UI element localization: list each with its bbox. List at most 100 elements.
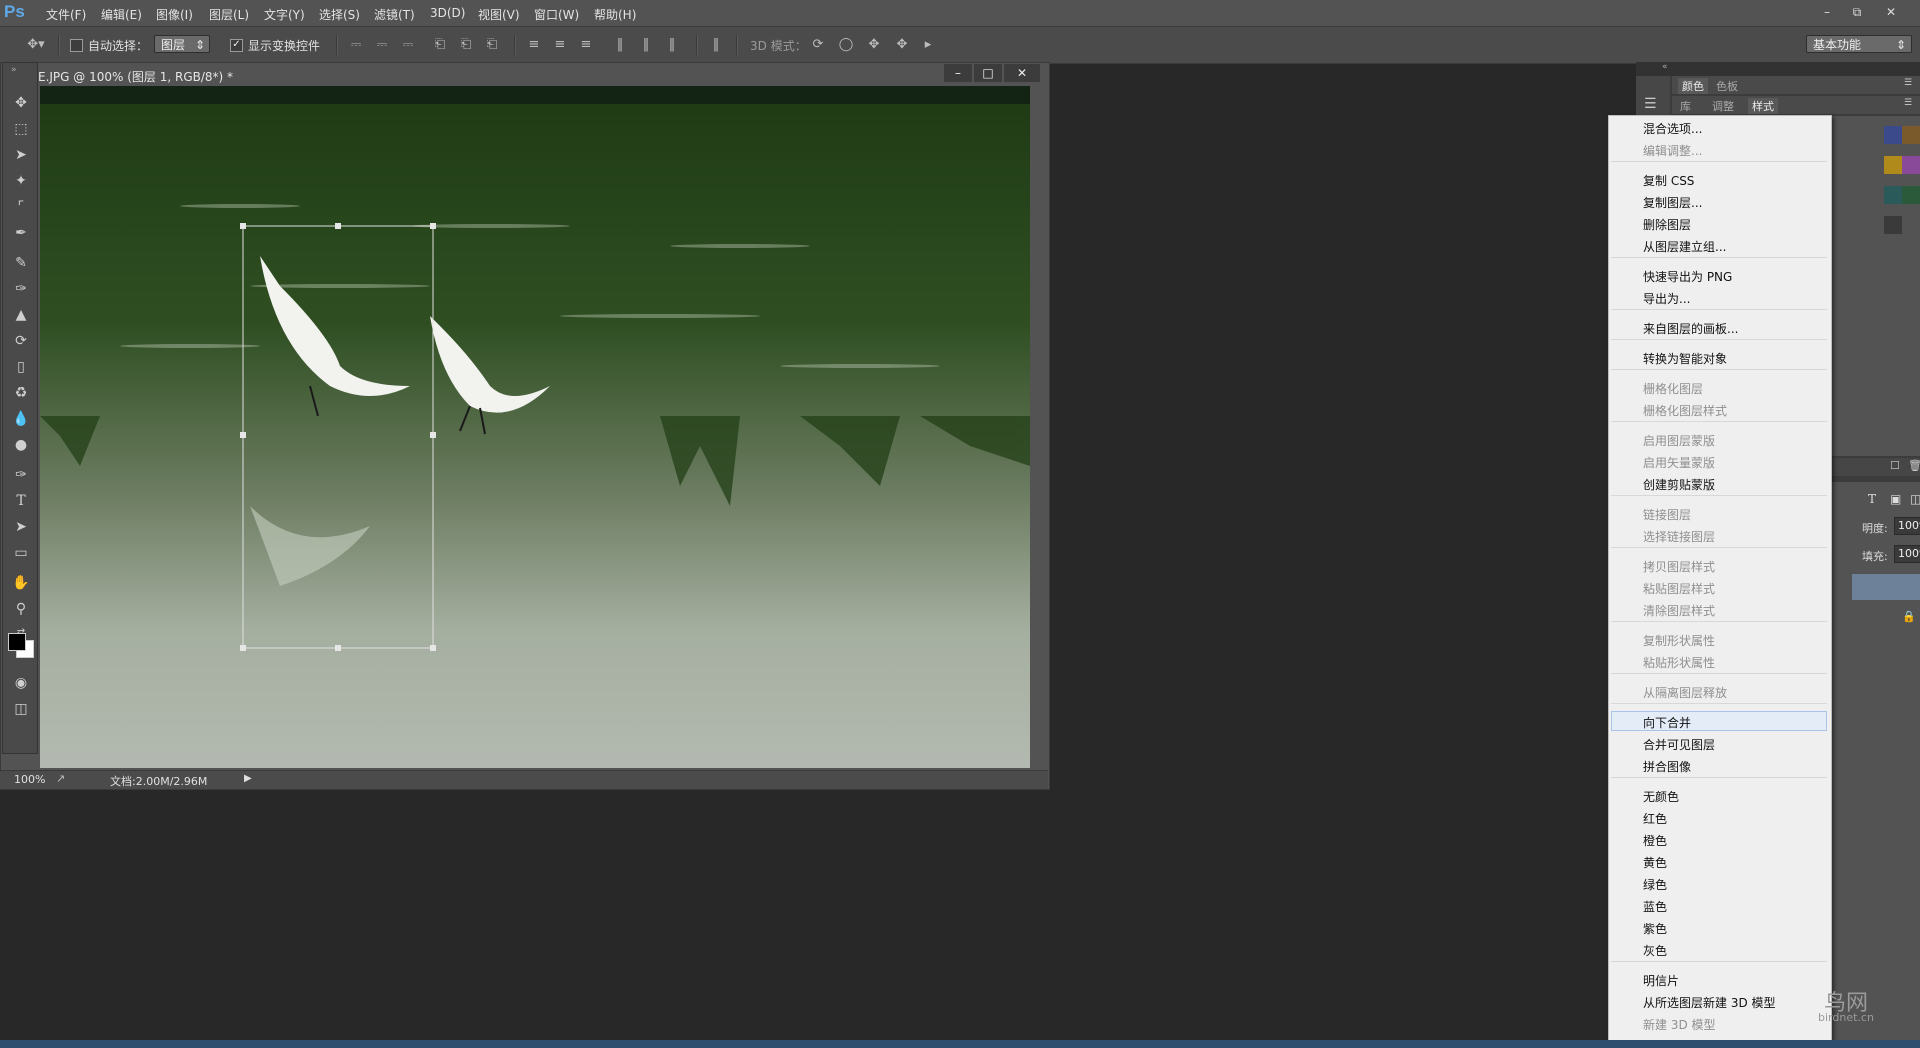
doc-minimize-icon[interactable]: – bbox=[944, 64, 972, 82]
3d-roll-icon[interactable]: ◯ bbox=[838, 37, 854, 53]
context-menu-item[interactable]: 导出为... bbox=[1643, 290, 1690, 307]
brush-tool-icon[interactable]: ✑ bbox=[10, 279, 32, 299]
auto-select-checkbox[interactable] bbox=[70, 39, 83, 52]
type-tool-icon[interactable]: T bbox=[10, 491, 32, 511]
context-menu-item[interactable]: 橙色 bbox=[1643, 832, 1667, 849]
collapse-toolbar-icon[interactable]: » bbox=[11, 65, 17, 75]
blur-tool-icon[interactable]: 💧 bbox=[10, 409, 32, 429]
tab-color[interactable]: 颜色 bbox=[1678, 78, 1708, 94]
healing-brush-icon[interactable]: ✎ bbox=[10, 253, 32, 273]
close-icon[interactable]: ✕ bbox=[1880, 3, 1902, 21]
smart-object-filter-icon[interactable]: ◫ bbox=[1910, 492, 1920, 506]
align-top-icon[interactable]: ⎓ bbox=[348, 37, 364, 53]
dodge-tool-icon[interactable]: ● bbox=[10, 435, 32, 455]
doc-restore-icon[interactable]: □ bbox=[974, 64, 1002, 82]
panel-menu-icon[interactable]: ☰ bbox=[1904, 98, 1912, 108]
shape-tool-icon[interactable]: ▭ bbox=[10, 543, 32, 563]
style-swatch[interactable] bbox=[1902, 156, 1920, 174]
context-menu-item[interactable]: 删除图层 bbox=[1643, 216, 1691, 233]
menu-view[interactable]: 视图(V) bbox=[478, 6, 520, 23]
minimize-icon[interactable]: – bbox=[1816, 3, 1838, 21]
pen-tool-icon[interactable]: ✑ bbox=[10, 465, 32, 485]
menu-help[interactable]: 帮助(H) bbox=[594, 6, 636, 23]
context-menu-item[interactable]: 复制 CSS bbox=[1643, 172, 1694, 189]
style-swatch[interactable] bbox=[1884, 216, 1902, 234]
menu-window[interactable]: 窗口(W) bbox=[534, 6, 579, 23]
tab-swatches[interactable]: 色板 bbox=[1716, 78, 1738, 94]
menu-file[interactable]: 文件(F) bbox=[46, 6, 86, 23]
style-swatch[interactable] bbox=[1902, 186, 1920, 204]
style-swatch[interactable] bbox=[1884, 126, 1902, 144]
clone-stamp-icon[interactable]: ▲ bbox=[10, 305, 32, 325]
eyedropper-icon[interactable]: ✒ bbox=[10, 223, 32, 243]
screen-mode-icon[interactable]: ◫ bbox=[10, 699, 32, 719]
document-tab[interactable]: E.JPG @ 100% (图层 1, RGB/8*) * – □ ✕ bbox=[0, 64, 1048, 84]
menu-filter[interactable]: 滤镜(T) bbox=[374, 6, 415, 23]
style-swatch[interactable] bbox=[1884, 186, 1902, 204]
menu-3d[interactable]: 3D(D) bbox=[430, 6, 465, 20]
context-menu-item[interactable]: 从所选图层新建 3D 模型 bbox=[1643, 994, 1776, 1011]
distribute-hcenter-icon[interactable]: ‖ bbox=[638, 37, 654, 53]
canvas-image[interactable] bbox=[40, 86, 1030, 768]
menu-type[interactable]: 文字(Y) bbox=[264, 6, 305, 23]
tab-libraries[interactable]: 库 bbox=[1680, 98, 1691, 114]
status-menu-arrow-icon[interactable]: ▶ bbox=[244, 773, 252, 784]
context-menu-item[interactable]: 无颜色 bbox=[1643, 788, 1679, 805]
history-brush-icon[interactable]: ⟳ bbox=[10, 331, 32, 351]
3d-orbit-icon[interactable]: ⟳ bbox=[810, 37, 826, 53]
align-vcenter-icon[interactable]: ⎓ bbox=[374, 37, 390, 53]
menu-layer[interactable]: 图层(L) bbox=[209, 6, 249, 23]
new-style-icon[interactable]: ☐ bbox=[1890, 459, 1900, 472]
context-menu-item[interactable]: 拼合图像 bbox=[1643, 758, 1691, 775]
3d-slide-icon[interactable]: ✥ bbox=[894, 37, 910, 53]
doc-close-icon[interactable]: ✕ bbox=[1004, 64, 1040, 82]
fill-field[interactable]: 100% bbox=[1894, 545, 1920, 563]
context-menu-item[interactable]: 向下合并 bbox=[1643, 714, 1691, 731]
type-layer-filter-icon[interactable]: T bbox=[1868, 492, 1876, 506]
share-icon[interactable]: ↗ bbox=[56, 772, 65, 785]
move-tool-preset-icon[interactable]: ✥▾ bbox=[22, 37, 50, 53]
tab-styles[interactable]: 样式 bbox=[1748, 98, 1778, 114]
align-right-icon[interactable]: ⎗ bbox=[484, 37, 500, 53]
auto-align-icon[interactable]: ‖ bbox=[708, 37, 724, 53]
3d-pan-icon[interactable]: ✥ bbox=[866, 37, 882, 53]
workspace-dropdown[interactable]: 基本功能 ⇕ bbox=[1806, 35, 1912, 53]
zoom-tool-icon[interactable]: ⚲ bbox=[10, 599, 32, 619]
auto-select-dropdown[interactable]: 图层 ⇕ bbox=[154, 35, 210, 53]
crop-tool-icon[interactable]: ⌜ bbox=[10, 197, 32, 217]
distribute-right-icon[interactable]: ‖ bbox=[664, 37, 680, 53]
align-bottom-icon[interactable]: ⎓ bbox=[400, 37, 416, 53]
context-menu-item[interactable]: 创建剪贴蒙版 bbox=[1643, 476, 1715, 493]
context-menu-item[interactable]: 合并可见图层 bbox=[1643, 736, 1715, 753]
panel-menu-icon[interactable]: ☰ bbox=[1904, 78, 1912, 88]
collapse-dock-icon[interactable]: « bbox=[1662, 62, 1668, 72]
distribute-top-icon[interactable]: ≡ bbox=[526, 37, 542, 53]
context-menu-item[interactable]: 绿色 bbox=[1643, 876, 1667, 893]
menu-select[interactable]: 选择(S) bbox=[319, 6, 360, 23]
menu-image[interactable]: 图像(I) bbox=[156, 6, 193, 23]
delete-style-icon[interactable]: 🗑 bbox=[1908, 459, 1920, 472]
zoom-level[interactable]: 100% bbox=[14, 773, 45, 786]
menu-edit[interactable]: 编辑(E) bbox=[101, 6, 142, 23]
context-menu-item[interactable]: 红色 bbox=[1643, 810, 1667, 827]
show-transform-checkbox[interactable]: ✓ bbox=[230, 39, 243, 52]
eraser-icon[interactable]: ▯ bbox=[10, 357, 32, 377]
shape-layer-filter-icon[interactable]: ▣ bbox=[1890, 492, 1901, 506]
context-menu-item[interactable]: 复制图层... bbox=[1643, 194, 1702, 211]
context-menu-item[interactable]: 紫色 bbox=[1643, 920, 1667, 937]
history-panel-icon[interactable]: ☰ bbox=[1644, 96, 1657, 112]
context-menu-item[interactable]: 蓝色 bbox=[1643, 898, 1667, 915]
context-menu-item[interactable]: 混合选项... bbox=[1643, 120, 1702, 137]
context-menu-item[interactable]: 黄色 bbox=[1643, 854, 1667, 871]
context-menu-item[interactable]: 转换为智能对象 bbox=[1643, 350, 1727, 367]
style-swatch[interactable] bbox=[1902, 126, 1920, 144]
context-menu-item[interactable]: 从图层建立组... bbox=[1643, 238, 1726, 255]
context-menu-item[interactable]: 来自图层的画板... bbox=[1643, 320, 1738, 337]
distribute-vcenter-icon[interactable]: ≡ bbox=[552, 37, 568, 53]
foreground-color-swatch[interactable] bbox=[8, 633, 26, 651]
lasso-tool-icon[interactable]: ➤ bbox=[10, 145, 32, 165]
paint-bucket-icon[interactable]: ♻ bbox=[10, 383, 32, 403]
move-tool-icon[interactable]: ✥ bbox=[10, 93, 32, 113]
distribute-left-icon[interactable]: ‖ bbox=[612, 37, 628, 53]
align-left-icon[interactable]: ⎗ bbox=[432, 37, 448, 53]
